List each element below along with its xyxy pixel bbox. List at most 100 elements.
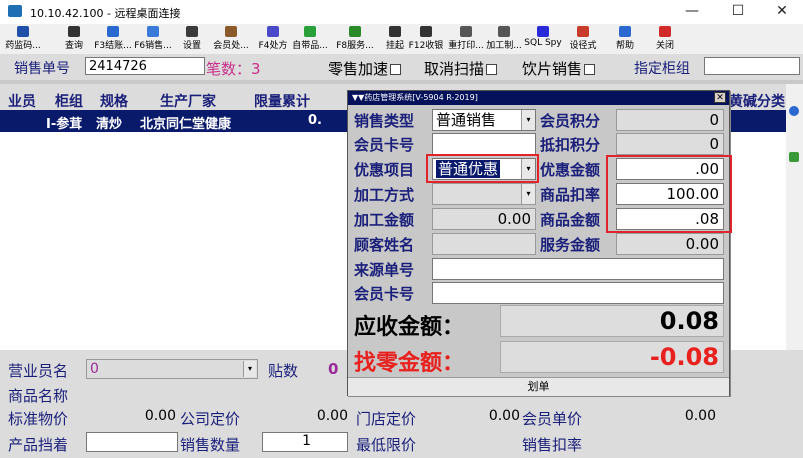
cabinet-field[interactable]: [704, 57, 800, 75]
toolbar-button[interactable]: F3结账...: [91, 26, 135, 52]
change-label: 找零金额：: [354, 351, 465, 376]
toolbar-button[interactable]: F6销售...: [131, 26, 175, 52]
toolbar-button-label: F8服务...: [336, 41, 374, 51]
cancel-scan-checkbox[interactable]: [486, 64, 498, 75]
dialog-footer-button[interactable]: 划单: [348, 377, 729, 396]
chevron-down-icon[interactable]: ▾: [521, 110, 535, 130]
toolbar-button-label: 设置: [182, 41, 201, 51]
toolbar-button[interactable]: F8服务...: [333, 26, 377, 52]
dialog-close-button[interactable]: ✕: [714, 92, 726, 103]
toolbar-button-label: 药监码...: [5, 41, 41, 51]
row4-label-c: 最低限价: [356, 436, 417, 454]
help-icon[interactable]: [789, 106, 799, 116]
toolbar-button[interactable]: 自带品...: [288, 26, 332, 52]
maximize-button[interactable]: ☐: [716, 0, 760, 24]
member-card-field[interactable]: [432, 133, 536, 155]
process-amount-field: 0.00: [432, 208, 536, 230]
close-button[interactable]: ✕: [760, 0, 803, 24]
order-number-label: 销售单号: [14, 61, 70, 77]
stickers-label: 贴数: [268, 362, 299, 380]
col-category: 黄碱分类: [729, 94, 785, 110]
member-points-label: 会员积分: [540, 112, 601, 130]
toolbar-button[interactable]: SQL Spy: [521, 26, 565, 52]
toolbar-button[interactable]: F12收银: [404, 26, 448, 52]
cell-spec: 清炒: [96, 117, 123, 132]
customer-name-label: 顾客姓名: [354, 236, 415, 254]
chevron-down-icon[interactable]: ▾: [521, 159, 535, 179]
store-price-value: 0.00: [488, 408, 520, 424]
amount-highlight-box: [606, 155, 732, 233]
toolbar-icon: [389, 26, 401, 37]
member-price-label: 会员单价: [522, 410, 583, 428]
clerk-name-select[interactable]: 0 ▾: [86, 359, 258, 379]
toolbar-icon: [659, 26, 671, 37]
toolbar-icon: [68, 26, 80, 37]
retail-speedup-toggle[interactable]: 零售加速: [328, 58, 402, 79]
sale-type-select[interactable]: 普通销售 ▾: [432, 109, 536, 131]
discount-item-select[interactable]: 普通优惠 ▾: [432, 158, 536, 180]
toolbar-button[interactable]: 查询: [52, 26, 96, 52]
process-method-select[interactable]: ▾: [432, 183, 536, 205]
count-indicator: 笔数：3: [206, 60, 261, 78]
company-price-label: 公司定价: [180, 410, 241, 428]
std-price-label: 标准物价: [8, 410, 69, 428]
product-name-label: 商品名称: [8, 387, 69, 405]
receivable-value: 0.08: [500, 305, 724, 337]
toolbar-button-label: SQL Spy: [524, 38, 562, 48]
col-maker: 生产厂家: [160, 94, 216, 110]
col-spec: 规格: [100, 94, 128, 110]
retail-speedup-checkbox[interactable]: [390, 64, 402, 75]
sale-type-label: 销售类型: [354, 112, 415, 130]
toolbar-icon: [267, 26, 279, 37]
company-price-value: 0.00: [316, 408, 348, 424]
product-field[interactable]: [86, 432, 178, 452]
chevron-down-icon[interactable]: ▾: [521, 184, 535, 204]
toolbar-icon: [17, 26, 29, 37]
toolbar-button[interactable]: 加工制...: [482, 26, 526, 52]
payment-dialog: ▼▼药店管理系统[V-5904 R-2019] ✕ 销售类型 普通销售 ▾ 会员积…: [347, 90, 732, 396]
toolbar-button[interactable]: 设径式: [561, 26, 605, 52]
deduct-points-label: 抵扣积分: [540, 136, 601, 154]
source-no-field[interactable]: [432, 258, 724, 280]
chevron-down-icon[interactable]: ▾: [243, 361, 256, 377]
member-points-field: 0: [616, 109, 724, 131]
change-value: -0.08: [500, 341, 724, 373]
minimize-button[interactable]: —: [670, 0, 714, 24]
qty-field[interactable]: 1: [262, 432, 348, 452]
clerk-name-value: 0: [90, 361, 99, 377]
cabinet-label: 指定柜组: [634, 61, 690, 77]
col-cabinet: 柜组: [55, 94, 83, 110]
deduct-points-field: 0: [616, 133, 724, 155]
order-number-field[interactable]: 2414726: [85, 57, 205, 75]
toolbar-icon: [537, 26, 549, 37]
product-amount-label: 商品金额: [540, 211, 601, 229]
cell-cabinet: I-参茸: [46, 117, 83, 132]
drink-sale-checkbox[interactable]: [584, 64, 596, 75]
process-amount-label: 加工金额: [354, 211, 415, 229]
store-price-label: 门店定价: [356, 410, 417, 428]
toolbar-button[interactable]: 设置: [170, 26, 214, 52]
col-clerk: 业员: [8, 94, 36, 110]
toolbar-button-label: 帮助: [615, 41, 634, 51]
refresh-icon[interactable]: [789, 152, 799, 162]
drink-sale-label: 饮片销售: [522, 60, 583, 78]
stickers-value: 0: [328, 360, 339, 378]
toolbar-button-label: 加工制...: [486, 41, 522, 51]
toolbar-button-label: 关闭: [655, 41, 674, 51]
service-amount-field: 0.00: [616, 233, 724, 255]
toolbar-button[interactable]: 会员处...: [209, 26, 253, 52]
member-card-label: 会员卡号: [354, 136, 415, 154]
product-rate-label: 商品扣率: [540, 186, 601, 204]
member-card2-field[interactable]: [432, 282, 724, 304]
row4-label-d: 销售扣率: [522, 436, 583, 454]
drink-sale-toggle[interactable]: 饮片销售: [522, 58, 596, 79]
retail-speedup-label: 零售加速: [328, 60, 389, 78]
toolbar-button[interactable]: 药监码...: [1, 26, 45, 52]
toolbar-button-label: 会员处...: [213, 41, 249, 51]
toolbar-button[interactable]: 关闭: [643, 26, 687, 52]
cancel-scan-toggle[interactable]: 取消扫描: [424, 58, 498, 79]
discount-amount-label: 优惠金额: [540, 161, 601, 179]
toolbar-button[interactable]: 帮助: [603, 26, 647, 52]
toolbar-button-label: F3结账...: [94, 41, 132, 51]
customer-name-field[interactable]: [432, 233, 536, 255]
